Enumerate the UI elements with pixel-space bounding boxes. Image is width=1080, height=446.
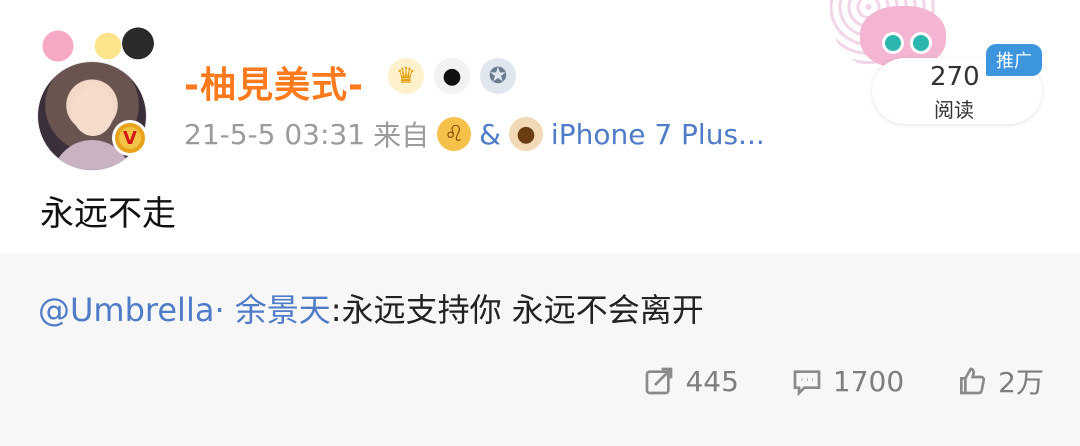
source-join: & [479, 117, 501, 151]
dog-emoji-icon: ● [508, 117, 543, 151]
repost-icon [646, 367, 673, 395]
reply-preview[interactable]: @Umbrella· 余景天:永远支持你 永远不会离开 445 1700 2万 [0, 253, 1080, 446]
username-link[interactable]: -柚見美式- [184, 56, 364, 108]
medal-badge-icon[interactable]: ✪ [480, 58, 516, 94]
user-badges: ♛ ● ✪ [388, 58, 516, 94]
crown-badge-icon[interactable]: ♛ [388, 58, 424, 94]
like-button[interactable]: 2万 [956, 361, 1044, 401]
avatar-face [72, 86, 114, 136]
reply-text-line: @Umbrella· 余景天:永远支持你 永远不会离开 [38, 285, 704, 331]
weibo-post-card: V -柚見美式- ♛ ● ✪ 21-5-5 03:31 来自 ♌ & ● iPh… [0, 0, 1080, 252]
post-timestamp: 21-5-5 03:31 [184, 117, 366, 151]
lion-emoji-icon: ♌ [437, 117, 472, 151]
like-count: 2万 [998, 366, 1044, 399]
read-label: 阅读 [934, 98, 974, 122]
post-meta: 21-5-5 03:31 来自 ♌ & ● iPhone 7 Plus... [184, 114, 765, 154]
thumbs-up-icon [960, 367, 986, 395]
post-action-bar: 445 1700 2万 [643, 361, 1044, 401]
read-count: 270 [930, 62, 980, 92]
decoration-eye [910, 32, 932, 54]
panda-badge-icon[interactable]: ● [434, 58, 470, 94]
promo-tag[interactable]: 推广 [986, 44, 1042, 76]
source-device-link[interactable]: iPhone 7 Plus... [551, 118, 765, 151]
reply-text: :永远支持你 永远不会离开 [330, 291, 704, 329]
comment-button[interactable]: 1700 [791, 365, 904, 398]
verified-v-icon: V [112, 120, 148, 156]
mention-link[interactable]: @Umbrella· 余景天 [38, 291, 331, 329]
repost-button[interactable]: 445 [643, 364, 739, 398]
avatar-with-frame[interactable]: V [30, 20, 160, 170]
repost-count: 445 [685, 364, 739, 398]
comment-count: 1700 [832, 364, 905, 398]
source-prefix: 来自 [373, 119, 430, 152]
comment-icon [793, 370, 821, 397]
post-content: 永远不走 [40, 194, 176, 234]
avatar-frame-decoration [118, 20, 158, 72]
decoration-eye [882, 32, 904, 54]
